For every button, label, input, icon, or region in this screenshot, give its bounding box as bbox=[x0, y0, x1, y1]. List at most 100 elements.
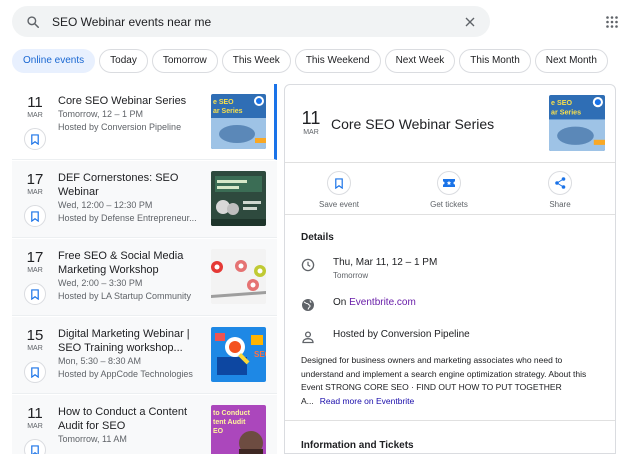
bookmark-icon bbox=[31, 366, 39, 378]
chip-next-week[interactable]: Next Week bbox=[384, 49, 456, 73]
event-title: Free SEO & Social Media Marketing Worksh… bbox=[58, 250, 184, 276]
information-tickets-heading: Information and Tickets bbox=[301, 440, 414, 451]
bookmark-icon bbox=[31, 133, 39, 145]
event-host: Hosted by LA Startup Community bbox=[58, 291, 192, 301]
chip-today[interactable]: Today bbox=[99, 49, 148, 73]
share-button[interactable]: Share bbox=[520, 171, 600, 209]
svg-text:e SEO: e SEO bbox=[213, 99, 234, 106]
svg-text:SEO: SEO bbox=[254, 350, 266, 359]
event-list-item[interactable]: 17 MAR DEF Cornerstones: SEO Webinar Wed… bbox=[12, 161, 277, 238]
svg-text:tent Audit: tent Audit bbox=[213, 419, 246, 426]
event-title: How to Conduct a Content Audit for SEO bbox=[58, 406, 188, 432]
bookmark-button[interactable] bbox=[24, 283, 46, 305]
event-time: Tomorrow, 12 – 1 PM bbox=[58, 109, 144, 119]
event-time: Wed, 12:00 – 12:30 PM bbox=[58, 200, 153, 210]
event-host: Hosted by AppCode Technologies bbox=[58, 369, 193, 379]
save-event-button[interactable]: Save event bbox=[299, 171, 379, 209]
share-icon bbox=[554, 177, 565, 189]
event-list-item[interactable]: 15 MAR Digital Marketing Webinar | SEO T… bbox=[12, 317, 277, 394]
detail-day: 11 bbox=[301, 108, 321, 128]
search-input[interactable]: SEO Webinar events near me bbox=[52, 15, 464, 29]
divider bbox=[285, 214, 615, 215]
clear-icon[interactable] bbox=[464, 16, 476, 28]
event-list-item[interactable]: 11 MAR How to Conduct a Content Audit fo… bbox=[12, 395, 277, 454]
event-thumbnail: to Conduct tent Audit EO bbox=[211, 405, 266, 454]
event-month: MAR bbox=[27, 112, 43, 119]
svg-text:ar Series: ar Series bbox=[551, 108, 581, 116]
detail-when-text: Thu, Mar 11, 12 – 1 PM bbox=[333, 257, 438, 268]
event-list: 11 MAR Core SEO Webinar Series Tomorrow,… bbox=[12, 84, 277, 454]
chip-tomorrow[interactable]: Tomorrow bbox=[151, 49, 218, 73]
divider bbox=[285, 420, 615, 421]
event-day: 11 bbox=[27, 94, 43, 111]
get-tickets-button[interactable]: Get tickets bbox=[409, 171, 489, 209]
detail-when-sub: Tomorrow bbox=[333, 271, 369, 280]
detail-host: Hosted by Conversion Pipeline bbox=[333, 329, 470, 340]
event-description: Designed for business owners and marketi… bbox=[301, 354, 601, 408]
detail-thumbnail: e SEO ar Series bbox=[549, 95, 605, 151]
detail-host-row: Hosted by Conversion Pipeline bbox=[301, 329, 470, 344]
divider bbox=[285, 162, 615, 163]
person-icon bbox=[302, 331, 314, 344]
chip-online-events[interactable]: Online events bbox=[12, 49, 96, 73]
event-month: MAR bbox=[27, 189, 43, 196]
event-detail-panel: 11 MAR Core SEO Webinar Series e SEO ar … bbox=[284, 84, 616, 454]
chip-next-month[interactable]: Next Month bbox=[534, 49, 608, 73]
bookmark-button[interactable] bbox=[24, 361, 46, 383]
event-time: Tomorrow, 11 AM bbox=[58, 434, 127, 444]
detail-on-prefix: On bbox=[333, 297, 350, 308]
event-time: Mon, 5:30 – 8:30 AM bbox=[58, 356, 142, 366]
bookmark-icon bbox=[31, 288, 39, 300]
event-thumbnail: e SEO ar Series bbox=[211, 94, 266, 149]
event-day: 17 bbox=[26, 249, 44, 266]
event-day: 17 bbox=[26, 171, 44, 188]
event-list-item[interactable]: 17 MAR Free SEO & Social Media Marketing… bbox=[12, 239, 277, 316]
detail-source-row: On Eventbrite.com bbox=[301, 297, 416, 312]
event-month: MAR bbox=[27, 423, 43, 430]
event-thumbnail bbox=[211, 249, 266, 304]
get-tickets-label: Get tickets bbox=[430, 200, 468, 209]
bookmark-icon bbox=[31, 210, 39, 222]
bookmark-icon bbox=[31, 444, 39, 454]
globe-icon bbox=[302, 299, 314, 311]
events-page: SEO Webinar events near me Online events… bbox=[0, 0, 627, 454]
search-icon[interactable] bbox=[26, 15, 40, 29]
apps-grid-icon[interactable] bbox=[606, 16, 618, 28]
ticket-icon bbox=[443, 179, 455, 187]
event-title: DEF Cornerstones: SEO Webinar bbox=[58, 172, 179, 198]
event-thumbnail bbox=[211, 171, 266, 226]
chip-this-weekend[interactable]: This Weekend bbox=[294, 49, 381, 73]
eventbrite-link[interactable]: Eventbrite.com bbox=[349, 297, 416, 308]
event-month: MAR bbox=[27, 345, 43, 352]
chip-this-month[interactable]: This Month bbox=[459, 49, 531, 73]
chip-this-week[interactable]: This Week bbox=[221, 49, 291, 73]
event-title: Digital Marketing Webinar | SEO Training… bbox=[58, 328, 190, 354]
bookmark-button[interactable] bbox=[24, 128, 46, 150]
share-label: Share bbox=[549, 200, 571, 209]
event-host: Hosted by Conversion Pipeline bbox=[58, 122, 182, 132]
event-title: Core SEO Webinar Series bbox=[58, 95, 187, 107]
details-heading: Details bbox=[301, 232, 334, 243]
bookmark-button[interactable] bbox=[24, 205, 46, 227]
clock-icon bbox=[301, 258, 315, 272]
date-filter-chips: Online events Today Tomorrow This Week T… bbox=[12, 49, 608, 73]
save-event-label: Save event bbox=[318, 200, 360, 209]
read-more-link[interactable]: Read more on Eventbrite bbox=[320, 396, 415, 406]
detail-title: Core SEO Webinar Series bbox=[331, 116, 495, 132]
save-event-circle bbox=[327, 171, 351, 195]
event-day: 11 bbox=[27, 405, 43, 422]
bookmark-button[interactable] bbox=[24, 439, 46, 454]
detail-source: On Eventbrite.com bbox=[333, 297, 416, 312]
get-tickets-circle bbox=[437, 171, 461, 195]
event-thumbnail: SEO bbox=[211, 327, 266, 382]
search-bar[interactable]: SEO Webinar events near me bbox=[12, 6, 490, 37]
event-day: 15 bbox=[26, 327, 44, 344]
detail-month: MAR bbox=[303, 129, 319, 136]
bookmark-icon bbox=[335, 177, 343, 189]
event-month: MAR bbox=[27, 267, 43, 274]
svg-text:e SEO: e SEO bbox=[551, 99, 572, 107]
event-list-item[interactable]: 11 MAR Core SEO Webinar Series Tomorrow,… bbox=[12, 84, 277, 160]
event-time: Wed, 2:00 – 3:30 PM bbox=[58, 278, 143, 288]
svg-text:to Conduct: to Conduct bbox=[213, 410, 251, 417]
share-circle bbox=[548, 171, 572, 195]
